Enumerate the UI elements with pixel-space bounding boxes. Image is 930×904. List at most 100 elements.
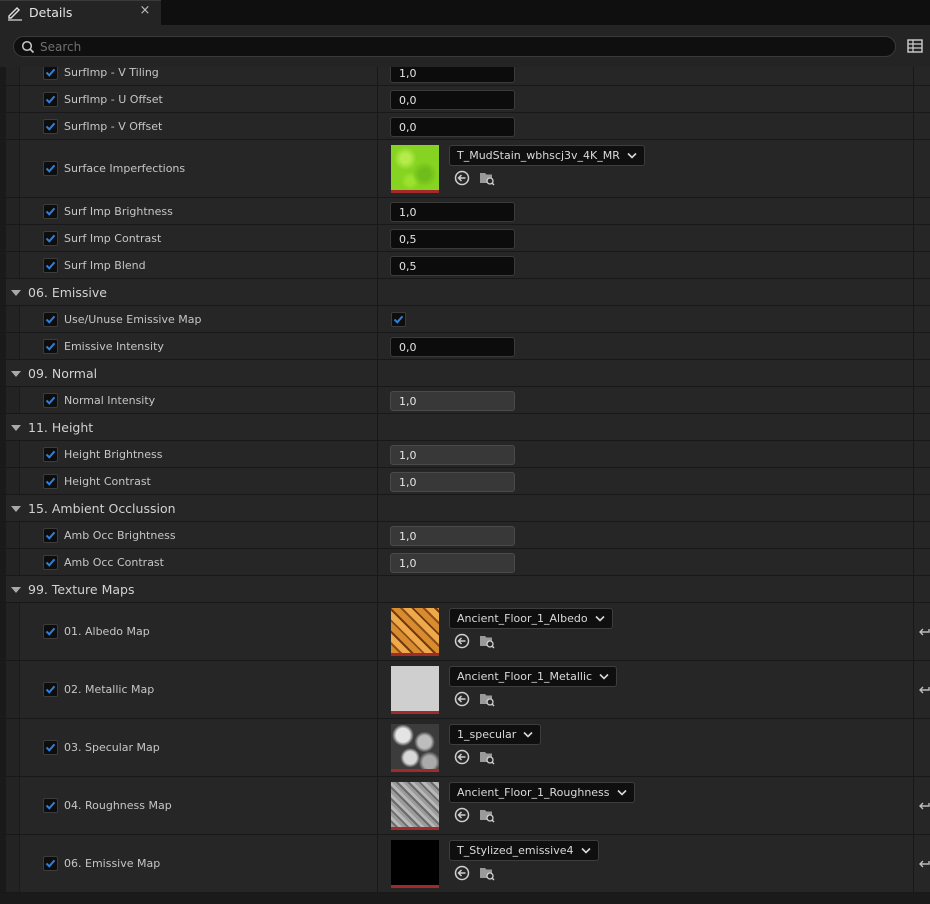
asset-picker-dropdown[interactable]: Ancient_Floor_1_Metallic — [449, 666, 618, 687]
row-right-edge — [913, 835, 914, 892]
value-input[interactable]: 1,0 — [390, 201, 515, 222]
override-checkbox[interactable] — [43, 257, 58, 273]
close-icon[interactable]: × — [138, 4, 152, 18]
reset-to-default-icon[interactable] — [918, 800, 930, 812]
search-input[interactable] — [40, 38, 880, 55]
chevron-down-icon[interactable] — [11, 505, 21, 512]
override-checkbox[interactable] — [43, 856, 58, 871]
asset-picker-dropdown[interactable]: T_Stylized_emissive4 — [449, 840, 599, 861]
column-splitter[interactable] — [377, 495, 378, 521]
value-input[interactable]: 1,0 — [390, 525, 515, 546]
column-splitter[interactable] — [377, 333, 378, 359]
value-input[interactable]: 1,0 — [390, 552, 515, 573]
column-splitter[interactable] — [377, 603, 378, 660]
column-splitter[interactable] — [377, 86, 378, 112]
reset-to-default-icon[interactable] — [918, 684, 930, 696]
tab-details[interactable]: Details × — [0, 0, 161, 25]
override-checkbox[interactable] — [43, 203, 58, 219]
use-selected-asset-icon[interactable] — [454, 749, 470, 765]
column-splitter[interactable] — [377, 777, 378, 834]
browse-asset-icon[interactable] — [479, 170, 495, 186]
use-selected-asset-icon[interactable] — [454, 170, 470, 186]
asset-picker-dropdown[interactable]: Ancient_Floor_1_Albedo — [449, 608, 613, 629]
value-input[interactable]: 0,5 — [390, 228, 515, 249]
column-splitter[interactable] — [377, 198, 378, 224]
override-checkbox[interactable] — [43, 91, 58, 107]
texture-thumbnail[interactable] — [391, 724, 439, 772]
use-selected-asset-icon[interactable] — [454, 633, 470, 649]
value-input[interactable]: 1,0 — [390, 471, 515, 492]
override-checkbox[interactable] — [43, 624, 58, 639]
column-splitter[interactable] — [377, 576, 378, 602]
override-checkbox[interactable] — [43, 682, 58, 697]
override-checkbox[interactable] — [43, 446, 58, 462]
column-splitter[interactable] — [377, 661, 378, 718]
use-selected-asset-icon[interactable] — [454, 691, 470, 707]
chevron-down-icon[interactable] — [11, 289, 21, 296]
override-checkbox[interactable] — [43, 67, 58, 80]
texture-thumbnail[interactable] — [391, 608, 439, 656]
column-splitter[interactable] — [377, 306, 378, 332]
value-input[interactable]: 1,0 — [390, 444, 515, 465]
browse-asset-icon[interactable] — [479, 691, 495, 707]
column-splitter[interactable] — [377, 549, 378, 575]
chevron-down-icon — [616, 789, 627, 796]
property-matrix-icon[interactable] — [906, 37, 924, 55]
reset-to-default-icon[interactable] — [918, 626, 930, 638]
override-checkbox[interactable] — [43, 311, 58, 327]
asset-picker-dropdown[interactable]: Ancient_Floor_1_Roughness — [449, 782, 635, 803]
override-checkbox[interactable] — [43, 527, 58, 543]
column-splitter[interactable] — [377, 387, 378, 413]
column-splitter[interactable] — [377, 252, 378, 278]
column-splitter[interactable] — [377, 441, 378, 467]
texture-thumbnail[interactable] — [391, 840, 439, 888]
asset-picker-dropdown[interactable]: 1_specular — [449, 724, 542, 745]
override-checkbox[interactable] — [43, 740, 58, 755]
value-input[interactable]: 0,0 — [390, 89, 515, 110]
override-checkbox[interactable] — [43, 554, 58, 570]
value-input[interactable]: 0,0 — [390, 116, 515, 137]
column-splitter[interactable] — [377, 522, 378, 548]
check-icon — [45, 558, 56, 567]
use-selected-asset-icon[interactable] — [454, 865, 470, 881]
override-checkbox[interactable] — [43, 118, 58, 134]
column-splitter[interactable] — [377, 279, 378, 305]
value-input[interactable]: 1,0 — [390, 390, 515, 411]
property-row: Amb Occ Brightness 1,0 — [0, 522, 930, 549]
row-indent — [6, 549, 20, 575]
column-splitter[interactable] — [377, 360, 378, 386]
column-splitter[interactable] — [377, 719, 378, 776]
chevron-down-icon[interactable] — [11, 586, 21, 593]
browse-asset-icon[interactable] — [479, 749, 495, 765]
column-splitter[interactable] — [377, 140, 378, 197]
texture-thumbnail[interactable] — [391, 145, 439, 193]
value-input[interactable]: 0,5 — [390, 255, 515, 276]
value-input[interactable]: 1,0 — [390, 67, 515, 83]
chevron-down-icon[interactable] — [11, 370, 21, 377]
column-splitter[interactable] — [377, 113, 378, 139]
override-checkbox[interactable] — [43, 161, 58, 176]
override-checkbox[interactable] — [43, 392, 58, 408]
column-splitter[interactable] — [377, 225, 378, 251]
texture-thumbnail[interactable] — [391, 666, 439, 714]
column-splitter[interactable] — [377, 414, 378, 440]
use-selected-asset-icon[interactable] — [454, 807, 470, 823]
override-checkbox[interactable] — [43, 338, 58, 354]
chevron-down-icon[interactable] — [11, 424, 21, 431]
override-checkbox[interactable] — [43, 798, 58, 813]
value-checkbox[interactable] — [391, 311, 406, 327]
browse-asset-icon[interactable] — [479, 865, 495, 881]
property-label: Height Contrast — [64, 474, 151, 488]
override-checkbox[interactable] — [43, 230, 58, 246]
reset-to-default-icon[interactable] — [918, 858, 930, 870]
asset-picker-dropdown[interactable]: T_MudStain_wbhscj3v_4K_MR — [449, 145, 645, 166]
browse-asset-icon[interactable] — [479, 633, 495, 649]
column-splitter[interactable] — [377, 468, 378, 494]
texture-thumbnail[interactable] — [391, 782, 439, 830]
column-splitter[interactable] — [377, 67, 378, 85]
browse-asset-icon[interactable] — [479, 807, 495, 823]
column-splitter[interactable] — [377, 835, 378, 892]
row-indent — [6, 603, 20, 660]
value-input[interactable]: 0,0 — [390, 336, 515, 357]
override-checkbox[interactable] — [43, 473, 58, 489]
